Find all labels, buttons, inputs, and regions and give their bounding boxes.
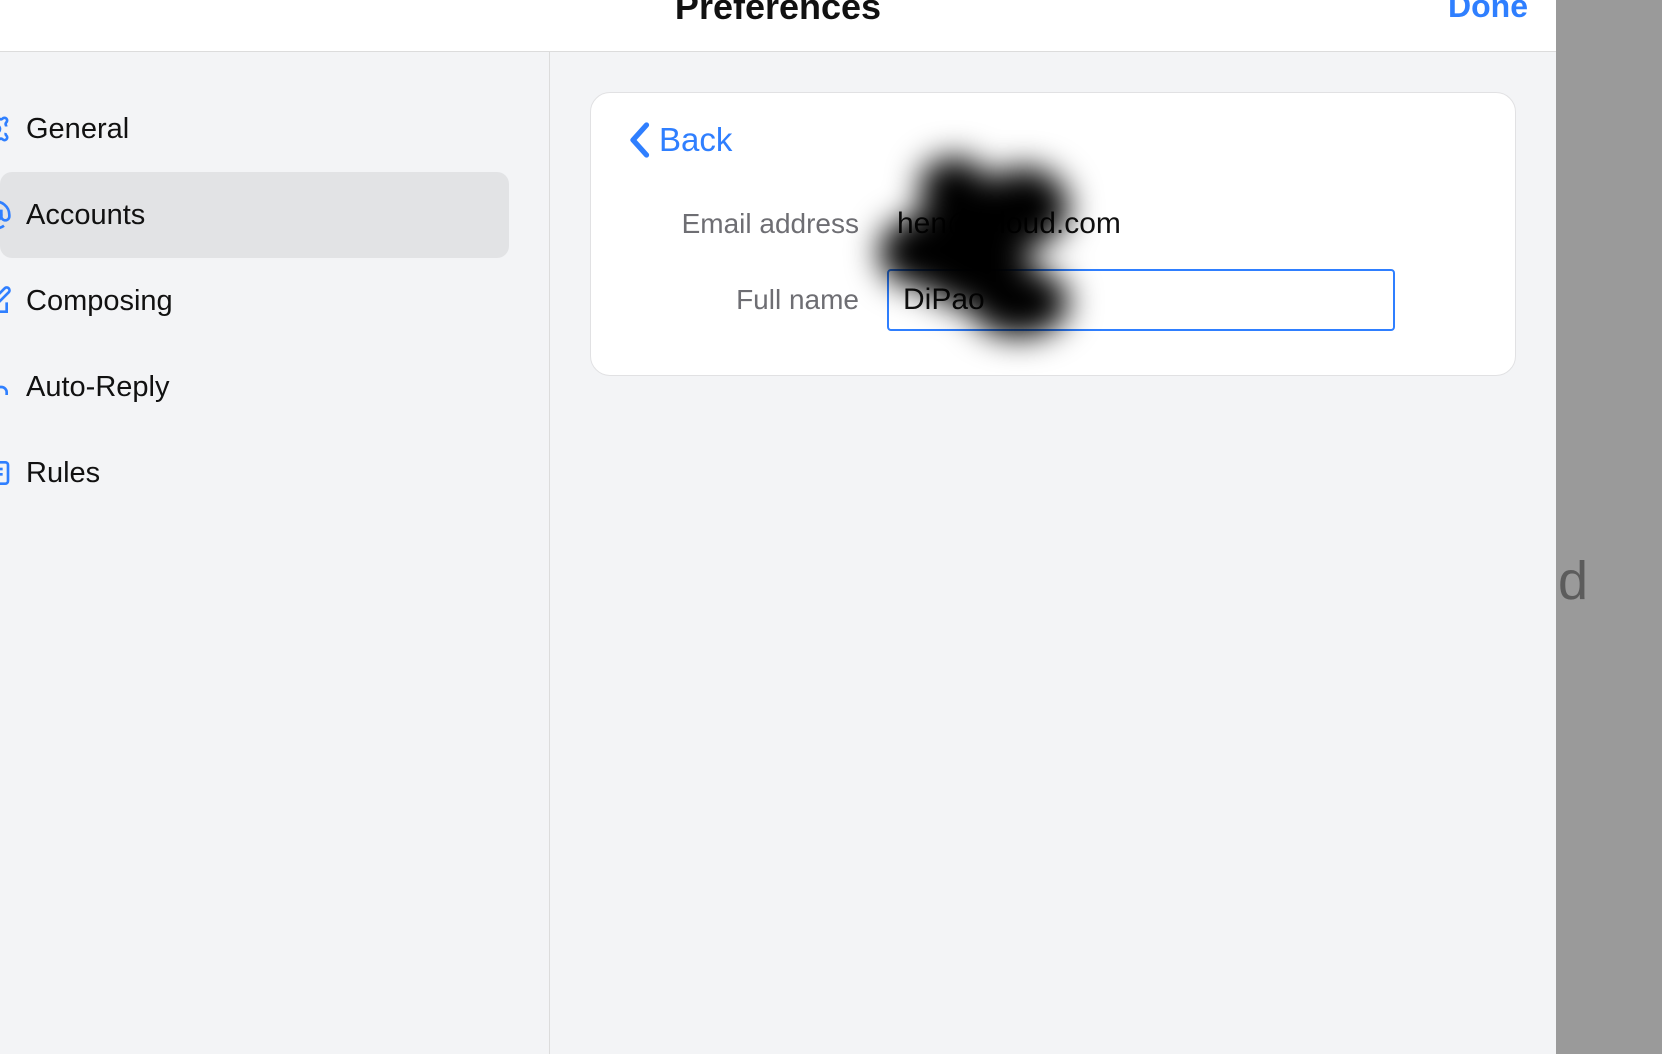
- main-panel: Back Email address hen@icloud.com Full n…: [550, 52, 1556, 1054]
- email-value: hen@icloud.com: [887, 207, 1121, 241]
- fullname-input[interactable]: [887, 269, 1395, 331]
- sidebar: General Accounts Compo: [0, 52, 550, 1054]
- page-title: Preferences: [675, 0, 881, 28]
- sidebar-item-auto-reply[interactable]: Auto-Reply: [0, 344, 509, 430]
- fullname-row: Full name: [627, 269, 1479, 331]
- sidebar-item-label: Accounts: [26, 199, 145, 232]
- sidebar-item-label: Rules: [26, 457, 100, 490]
- gear-icon: [0, 113, 12, 145]
- pencil-icon: [0, 285, 12, 317]
- sidebar-item-accounts[interactable]: Accounts: [0, 172, 509, 258]
- at-sign-icon: [0, 199, 12, 231]
- sidebar-item-label: Composing: [26, 285, 173, 318]
- fullname-label: Full name: [627, 284, 887, 316]
- reply-icon: [0, 371, 12, 403]
- sidebar-item-rules[interactable]: Rules: [0, 430, 509, 516]
- back-label: Back: [659, 121, 732, 159]
- background-partial-text: d: [1558, 550, 1588, 612]
- preferences-window: Preferences Done General: [0, 0, 1556, 1054]
- body-area: General Accounts Compo: [0, 52, 1556, 1054]
- header-bar: Preferences Done: [0, 0, 1556, 52]
- back-button[interactable]: Back: [627, 121, 732, 159]
- sidebar-item-label: General: [26, 113, 129, 146]
- email-label: Email address: [627, 208, 887, 240]
- rules-icon: [0, 457, 12, 489]
- sidebar-item-label: Auto-Reply: [26, 371, 169, 404]
- chevron-left-icon: [627, 122, 651, 158]
- sidebar-item-general[interactable]: General: [0, 86, 509, 172]
- done-button[interactable]: Done: [1448, 0, 1528, 25]
- account-detail-card: Back Email address hen@icloud.com Full n…: [590, 92, 1516, 376]
- sidebar-item-composing[interactable]: Composing: [0, 258, 509, 344]
- email-row: Email address hen@icloud.com: [627, 207, 1479, 241]
